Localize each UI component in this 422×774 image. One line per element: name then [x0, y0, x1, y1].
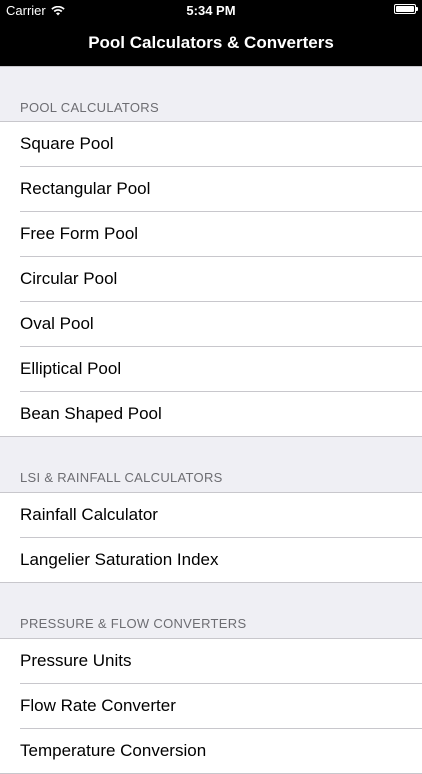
page-title: Pool Calculators & Converters — [88, 33, 334, 52]
list-item-rainfall-calculator[interactable]: Rainfall Calculator — [0, 493, 422, 537]
list-item-square-pool[interactable]: Square Pool — [0, 122, 422, 166]
group-pressure-flow: Pressure Units Flow Rate Converter Tempe… — [0, 639, 422, 774]
list-item-temperature-conversion[interactable]: Temperature Conversion — [20, 728, 422, 773]
list-item-flow-rate-converter[interactable]: Flow Rate Converter — [20, 683, 422, 728]
list-item-elliptical-pool[interactable]: Elliptical Pool — [20, 346, 422, 391]
battery-fill — [396, 6, 414, 12]
status-bar: Carrier 5:34 PM — [0, 0, 422, 22]
section-header-pool-calculators: POOL CALCULATORS — [0, 66, 422, 122]
group-lsi-rainfall: Rainfall Calculator Langelier Saturation… — [0, 493, 422, 583]
group-pool-calculators: Square Pool Rectangular Pool Free Form P… — [0, 122, 422, 437]
list-item-oval-pool[interactable]: Oval Pool — [20, 301, 422, 346]
status-time: 5:34 PM — [186, 3, 236, 18]
list-item-bean-shaped-pool[interactable]: Bean Shaped Pool — [20, 391, 422, 436]
list-item-pressure-units[interactable]: Pressure Units — [0, 639, 422, 683]
section-header-lsi-rainfall: LSI & RAINFALL CALCULATORS — [0, 437, 422, 493]
navigation-header: Carrier 5:34 PM Pool Calculators & Conve… — [0, 0, 422, 66]
status-right — [394, 4, 418, 14]
list-item-circular-pool[interactable]: Circular Pool — [20, 256, 422, 301]
section-header-pressure-flow: PRESSURE & FLOW CONVERTERS — [0, 583, 422, 639]
list-item-free-form-pool[interactable]: Free Form Pool — [20, 211, 422, 256]
list-item-langelier-saturation-index[interactable]: Langelier Saturation Index — [20, 537, 422, 582]
battery-icon — [394, 4, 418, 14]
list-item-rectangular-pool[interactable]: Rectangular Pool — [20, 166, 422, 211]
